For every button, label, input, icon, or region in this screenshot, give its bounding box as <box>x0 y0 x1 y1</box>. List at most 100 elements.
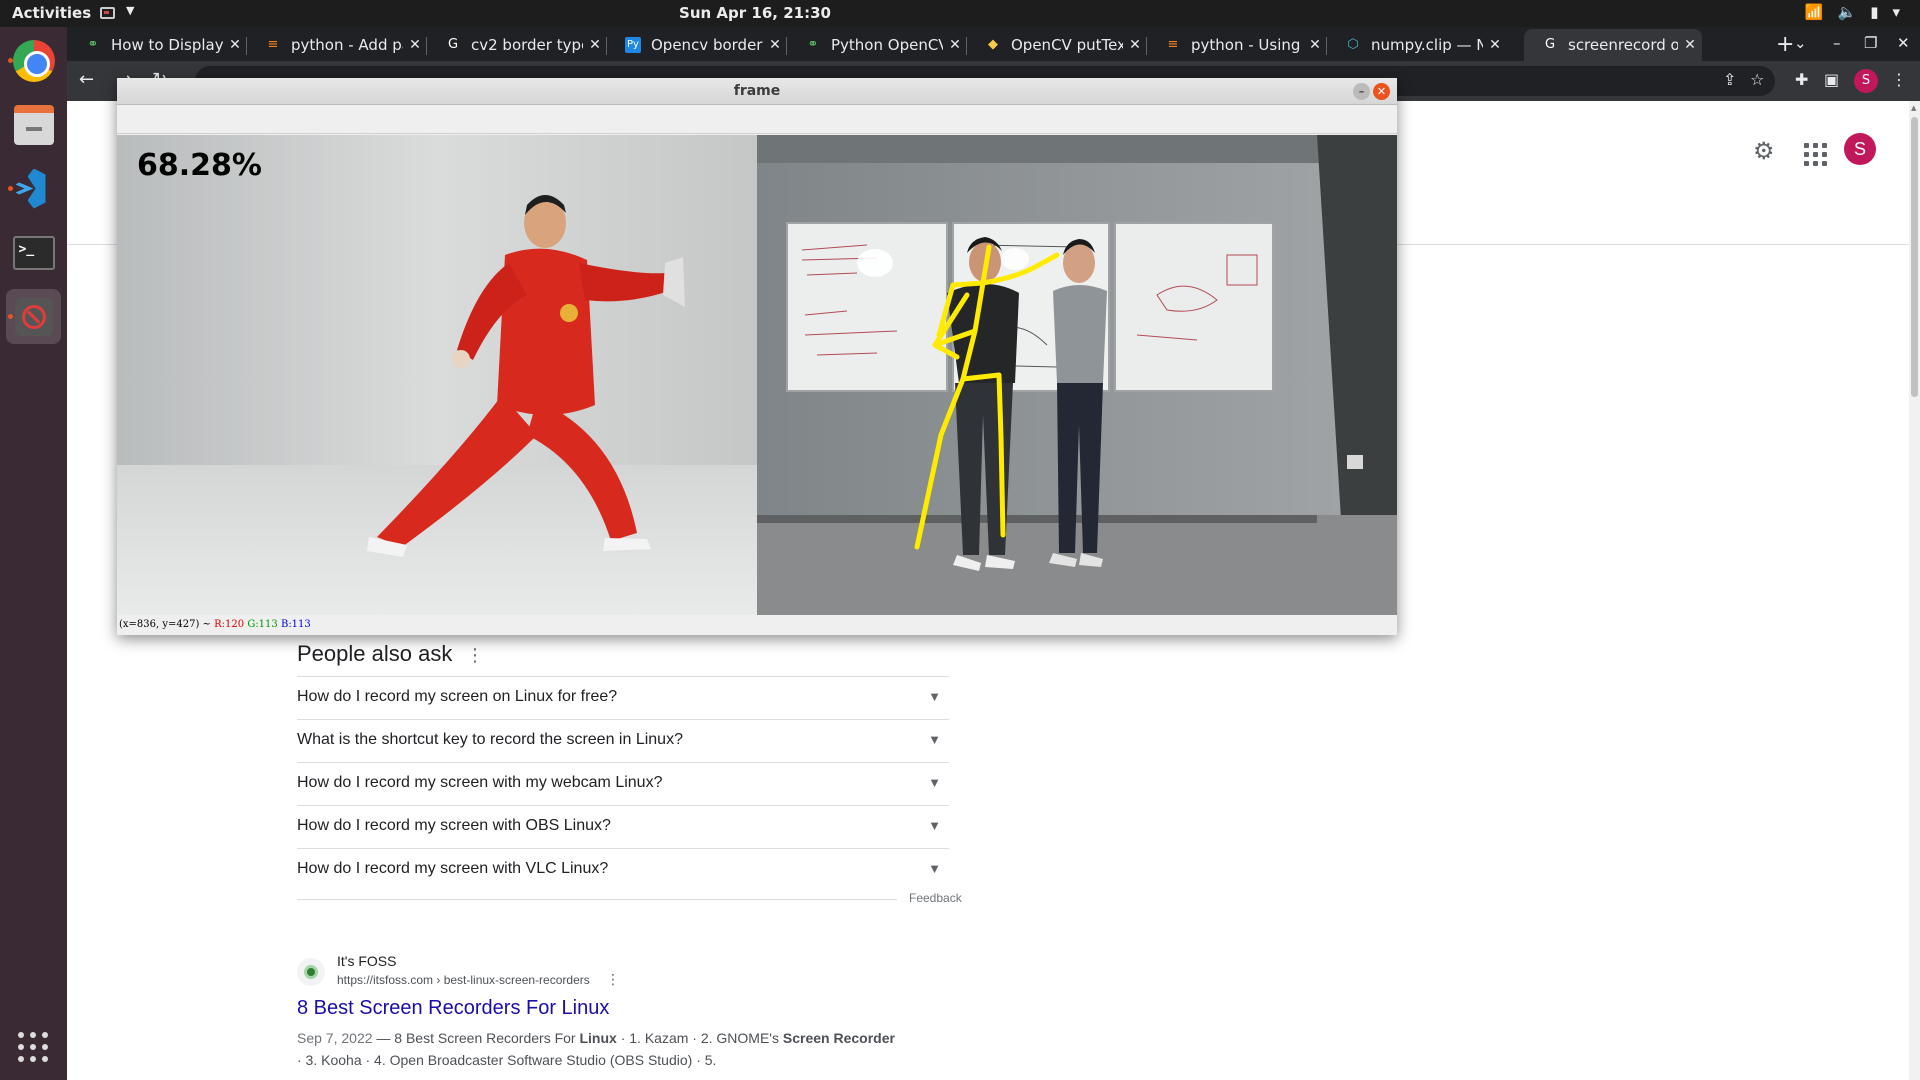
python-icon: ◆ <box>988 37 998 52</box>
result-options-icon[interactable]: ⋮ <box>606 972 620 988</box>
opencv-frame-window[interactable]: frame – ✕ 68.28% (x=836, y=427) ~ R:120 … <box>117 78 1397 635</box>
close-tab-icon[interactable]: ✕ <box>1303 37 1327 53</box>
chevron-down-icon: ▼ <box>928 861 941 876</box>
itsfoss-favicon-icon[interactable] <box>297 958 325 986</box>
chevron-down-icon: ▼ <box>928 775 941 790</box>
running-indicator <box>8 314 13 319</box>
side-panel-icon[interactable]: ▣ <box>1824 70 1839 89</box>
close-icon[interactable]: ✕ <box>1373 83 1390 100</box>
tab-search-icon[interactable]: ⌄ <box>1794 34 1807 52</box>
chrome-icon <box>12 39 55 82</box>
close-tab-icon[interactable]: ✕ <box>1483 37 1507 53</box>
tab-label: How to Display M <box>111 36 223 54</box>
profile-avatar[interactable]: S <box>1854 69 1878 93</box>
gnome-top-bar: Activities ▼ Sun Apr 16, 21:30 📶 🔈 ▮ ▾ <box>0 0 1920 27</box>
result-site-name[interactable]: It's FOSS <box>337 953 396 969</box>
question-text: How do I record my screen with VLC Linux… <box>297 860 609 877</box>
files-icon <box>13 104 54 145</box>
question-item[interactable]: What is the shortcut key to record the s… <box>297 719 949 762</box>
share-icon[interactable]: ⇪ <box>1723 70 1736 89</box>
close-tab-icon[interactable]: ✕ <box>223 37 247 53</box>
snippet-text: — 8 Best Screen Recorders For <box>372 1030 580 1046</box>
people-also-ask-heading: People also ask <box>297 641 453 666</box>
status-green-value: G:113 <box>247 619 278 630</box>
close-tab-icon[interactable]: ✕ <box>943 37 967 53</box>
question-item[interactable]: How do I record my screen with my webcam… <box>297 762 949 805</box>
recorder-icon <box>14 297 53 336</box>
result-title-link[interactable]: 8 Best Screen Recorders For Linux <box>297 997 609 1020</box>
close-window-icon[interactable]: ✕ <box>1897 34 1910 52</box>
running-indicator <box>8 186 13 191</box>
frame-title-bar[interactable]: frame – ✕ <box>117 78 1397 105</box>
question-item[interactable]: How do I record my screen on Linux for f… <box>297 676 949 719</box>
paa-divider <box>297 899 949 900</box>
back-icon[interactable]: ← <box>79 69 94 90</box>
similarity-overlay-text: 68.28% <box>137 148 262 183</box>
close-tab-icon[interactable]: ✕ <box>583 37 607 53</box>
google-apps-icon[interactable] <box>1804 143 1827 166</box>
tab-3[interactable]: G cv2 border types ✕ <box>427 29 607 61</box>
show-applications-icon[interactable] <box>18 1032 48 1062</box>
snippet-bold: Linux <box>579 1030 617 1046</box>
more-options-icon[interactable]: ⋮ <box>466 645 484 666</box>
tab-5[interactable]: ⚭ Python OpenCV ✕ <box>787 29 967 61</box>
frame-window-title: frame <box>733 83 781 99</box>
py-site-icon: Py <box>625 37 641 53</box>
tab-6[interactable]: ◆ OpenCV putText ✕ <box>967 29 1147 61</box>
close-tab-icon[interactable]: ✕ <box>1678 37 1702 53</box>
bookmark-star-icon[interactable]: ☆ <box>1750 70 1764 89</box>
tab-8[interactable]: ⬡ numpy.clip — Nu ✕ <box>1327 29 1507 61</box>
minimize-icon[interactable]: – <box>1353 83 1370 100</box>
tab-label: cv2 border types <box>471 36 583 54</box>
chevron-down-icon: ▼ <box>928 732 941 747</box>
status-blue-value: B:113 <box>280 619 311 630</box>
feedback-link[interactable]: Feedback <box>897 891 962 905</box>
dock-recorder[interactable] <box>6 289 61 344</box>
clock[interactable]: Sun Apr 16, 21:30 <box>0 4 1510 22</box>
tab-label: OpenCV putText <box>1011 36 1123 54</box>
volume-icon: 🔈 <box>1837 3 1857 21</box>
tab-2[interactable]: ≡ python - Add pad ✕ <box>247 29 427 61</box>
restore-window-icon[interactable]: ❐ <box>1864 34 1877 52</box>
system-tray[interactable]: 📶 🔈 ▮ ▾ <box>1805 3 1900 21</box>
result-url[interactable]: https://itsfoss.com › best-linux-screen-… <box>337 973 590 987</box>
question-item[interactable]: How do I record my screen with VLC Linux… <box>297 848 949 891</box>
tab-label: python - Add pad <box>291 36 403 54</box>
snippet-text: · 3. Kooha · 4. Open Broadcaster Softwar… <box>297 1052 717 1068</box>
account-avatar[interactable]: S <box>1844 133 1876 165</box>
ubuntu-dock: >_ <box>0 27 67 1080</box>
close-tab-icon[interactable]: ✕ <box>763 37 787 53</box>
question-item[interactable]: How do I record my screen with OBS Linux… <box>297 805 949 848</box>
snippet-bold: Screen Recorder <box>782 1030 895 1046</box>
extensions-icon[interactable]: ✚ <box>1795 70 1808 89</box>
tab-9-active[interactable]: G screenrecord on ✕ <box>1524 29 1702 61</box>
status-coordinates: (x=836, y=427) ~ <box>119 619 211 630</box>
dock-vscode[interactable] <box>6 161 61 216</box>
dock-terminal[interactable]: >_ <box>6 225 61 280</box>
chrome-menu-icon[interactable]: ⋮ <box>1891 70 1907 89</box>
close-tab-icon[interactable]: ✕ <box>1123 37 1147 53</box>
close-tab-icon[interactable]: ✕ <box>403 37 427 53</box>
browser-tab-strip: ⚭ How to Display M ✕ ≡ python - Add pad … <box>67 27 1920 61</box>
page-scrollbar[interactable]: ▲ <box>1909 101 1920 1080</box>
new-tab-button[interactable]: + <box>1776 32 1794 57</box>
tab-7[interactable]: ≡ python - Using o ✕ <box>1147 29 1327 61</box>
right-video-panel <box>757 135 1397 615</box>
opencv-icon: ⚭ <box>87 37 99 52</box>
frame-image[interactable]: 68.28% <box>117 135 1397 615</box>
settings-gear-icon[interactable]: ⚙ <box>1753 137 1775 165</box>
tab-4[interactable]: Py Opencv border t ✕ <box>607 29 787 61</box>
question-text: What is the shortcut key to record the s… <box>297 731 683 748</box>
wifi-icon: 📶 <box>1804 3 1824 21</box>
scrollbar-thumb[interactable] <box>1911 117 1918 397</box>
tab-label: screenrecord on <box>1568 36 1678 54</box>
frame-status-bar: (x=836, y=427) ~ R:120 G:113 B:113 <box>119 619 311 630</box>
tab-1[interactable]: ⚭ How to Display M ✕ <box>67 29 247 61</box>
dock-files[interactable] <box>6 97 61 152</box>
scroll-up-icon[interactable]: ▲ <box>1911 104 1916 112</box>
google-icon: G <box>447 37 459 52</box>
dock-chrome[interactable] <box>6 33 61 88</box>
minimize-window-icon[interactable]: – <box>1833 34 1841 52</box>
tab-label: python - Using o <box>1191 36 1303 54</box>
chevron-down-icon: ▼ <box>928 818 941 833</box>
